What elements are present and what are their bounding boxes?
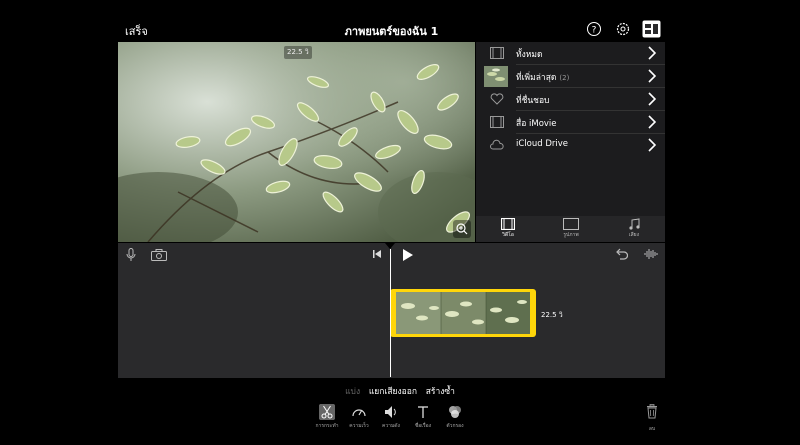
tab-label: เสียง bbox=[628, 232, 640, 238]
microphone-icon[interactable] bbox=[126, 248, 136, 262]
duplicate-button[interactable]: สร้างซ้ำ bbox=[426, 387, 455, 397]
delete-label: ลบ bbox=[648, 426, 656, 432]
playhead[interactable] bbox=[390, 249, 391, 377]
tool-label: ชื่อเรื่อง bbox=[414, 423, 432, 429]
trash-icon bbox=[647, 404, 657, 419]
svg-text:?: ? bbox=[592, 26, 597, 36]
tool-label: ตัวกรอง bbox=[446, 423, 464, 429]
browser-item-all[interactable]: ทั้งหมด bbox=[476, 42, 665, 65]
tab-video[interactable]: วิดีโอ bbox=[488, 218, 528, 242]
clip-filmstrip bbox=[396, 292, 530, 334]
tool-filters[interactable]: ตัวกรอง bbox=[437, 404, 473, 430]
browser-item-label: iCloud Drive bbox=[516, 139, 569, 149]
top-toolbar: เสร็จ ภาพยนตร์ของฉัน 1 ? bbox=[118, 16, 665, 42]
camera-icon[interactable] bbox=[151, 249, 167, 261]
item-count: (2) bbox=[559, 74, 570, 82]
browser-item-recently-added[interactable]: ที่เพิ่มล่าสุด (2) bbox=[476, 65, 665, 88]
browser-item-favorites[interactable]: ที่ชื่นชอบ bbox=[476, 88, 665, 111]
settings-icon[interactable] bbox=[615, 21, 631, 37]
media-type-tabs: วิดีโอ รูปภาพ เสียง bbox=[476, 216, 665, 242]
browser-item-label: สื่อ iMovie bbox=[516, 119, 557, 129]
timeline[interactable]: 22.5 วิ bbox=[118, 243, 665, 378]
video-frame-image bbox=[118, 42, 475, 242]
video-clip[interactable] bbox=[390, 289, 536, 337]
clip-action-bar: แบ่ง แยกเสียงออก สร้างซ้ำ bbox=[0, 384, 800, 398]
chevron-right-icon bbox=[648, 138, 656, 152]
audio-waveform-icon[interactable] bbox=[644, 248, 658, 260]
title-text-icon bbox=[418, 406, 428, 418]
chevron-right-icon bbox=[648, 69, 656, 83]
speedometer-icon bbox=[352, 409, 366, 417]
heart-icon bbox=[490, 93, 504, 105]
thumbnail bbox=[484, 66, 508, 87]
tool-label: ความเร็ว bbox=[349, 423, 369, 429]
video-viewer[interactable]: 22.5 วิ bbox=[118, 42, 475, 242]
clip-duration-label: 22.5 วิ bbox=[539, 309, 565, 322]
browser-item-label: ทั้งหมด bbox=[516, 50, 543, 60]
tab-audio[interactable]: เสียง bbox=[614, 218, 654, 242]
photo-icon bbox=[563, 218, 579, 230]
browser-item-imovie-media[interactable]: สื่อ iMovie bbox=[476, 111, 665, 134]
scissors-icon bbox=[319, 404, 335, 420]
chevron-right-icon bbox=[648, 115, 656, 129]
chevron-right-icon bbox=[648, 92, 656, 106]
chevron-right-icon bbox=[648, 46, 656, 60]
skip-to-start-icon[interactable] bbox=[372, 249, 382, 259]
tab-label: รูปภาพ bbox=[563, 232, 579, 238]
tool-label: ความดัง bbox=[382, 423, 400, 429]
video-icon bbox=[501, 218, 515, 230]
music-icon bbox=[629, 218, 640, 230]
browser-item-icloud-drive[interactable]: iCloud Drive bbox=[476, 134, 665, 157]
filters-icon bbox=[449, 406, 461, 418]
help-icon[interactable]: ? bbox=[586, 21, 602, 37]
zoom-icon[interactable] bbox=[453, 220, 471, 238]
delete-button[interactable]: ลบ bbox=[640, 404, 664, 433]
tool-actions[interactable]: การกระทำ bbox=[309, 404, 345, 430]
media-browser-toggle-icon[interactable] bbox=[642, 20, 661, 38]
film-icon bbox=[490, 47, 504, 59]
media-browser: ทั้งหมด ที่เพิ่มล่าสุด (2) ที่ชื่นชอบ สื่… bbox=[476, 42, 665, 242]
split-button[interactable]: แบ่ง bbox=[345, 387, 360, 397]
volume-icon bbox=[385, 406, 396, 418]
viewer-duration-badge: 22.5 วิ bbox=[284, 46, 312, 59]
tool-titles[interactable]: ชื่อเรื่อง bbox=[405, 404, 441, 430]
cloud-icon bbox=[490, 139, 504, 150]
tab-label: วิดีโอ bbox=[502, 232, 514, 238]
undo-icon[interactable] bbox=[614, 248, 628, 260]
tab-photos[interactable]: รูปภาพ bbox=[551, 218, 591, 242]
play-icon[interactable] bbox=[402, 249, 414, 261]
detach-audio-button[interactable]: แยกเสียงออก bbox=[369, 387, 417, 397]
tool-label: การกระทำ bbox=[315, 423, 339, 429]
tool-speed[interactable]: ความเร็ว bbox=[341, 404, 377, 430]
browser-item-label: ที่ชื่นชอบ bbox=[516, 96, 550, 106]
film-icon bbox=[490, 116, 504, 128]
project-title: ภาพยนตร์ของฉัน 1 bbox=[344, 25, 439, 38]
tool-volume[interactable]: ความดัง bbox=[373, 404, 409, 430]
browser-item-label: ที่เพิ่มล่าสุด (2) bbox=[516, 73, 570, 83]
